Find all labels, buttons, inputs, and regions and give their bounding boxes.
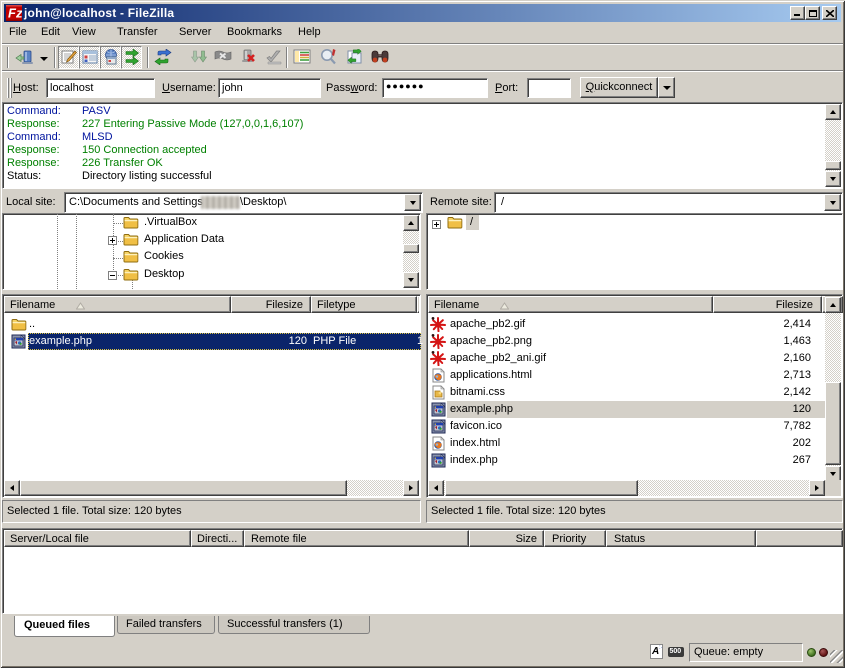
svg-text:Fz: Fz [8,6,22,21]
